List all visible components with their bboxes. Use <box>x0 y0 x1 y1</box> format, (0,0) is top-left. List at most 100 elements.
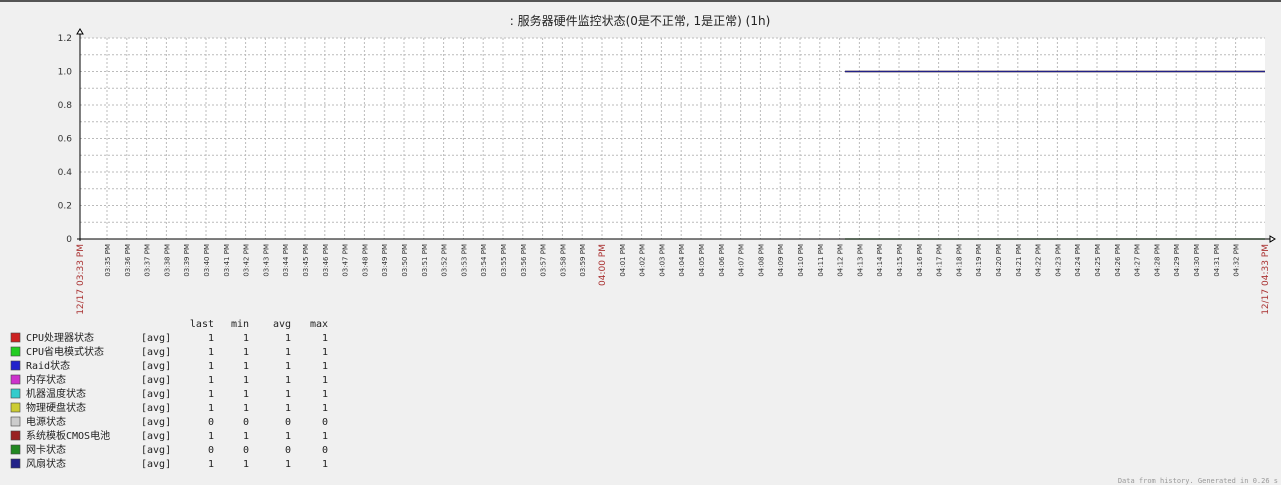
x-tick-label: 04:21 PM <box>1015 244 1023 277</box>
x-tick-label: 03:51 PM <box>421 244 429 277</box>
x-tick-label: 04:11 PM <box>817 244 825 277</box>
legend-series-name: Raid状态 <box>26 359 70 372</box>
legend-min: 1 <box>243 459 249 470</box>
legend-max: 0 <box>322 417 328 428</box>
x-tick-label: 04:12 PM <box>837 244 845 277</box>
legend-swatch <box>10 332 21 343</box>
legend-func: [avg] <box>141 459 171 470</box>
legend-func: [avg] <box>141 375 171 386</box>
y-tick-label: 0.4 <box>58 168 73 178</box>
graph: 0 0.2 0.4 0.6 0.8 1.0 1.2 03:35 PM 03:36 PM 03:37… <box>10 13 1278 485</box>
x-tick-label: 03:50 PM <box>401 244 409 277</box>
legend-func: [avg] <box>141 389 171 400</box>
x-tick-label: 04:08 PM <box>757 244 765 277</box>
x-tick-label: 03:48 PM <box>361 244 369 277</box>
x-tick-label: 03:56 PM <box>520 244 528 277</box>
y-axis-arrow <box>76 28 84 35</box>
y-tick-label: 1.2 <box>58 34 72 44</box>
chart-title: : 服务器硬件监控状态(0是不正常, 1是正常) (1h) <box>510 13 771 28</box>
legend-swatch <box>10 388 21 399</box>
x-tick-label: 03:49 PM <box>381 244 389 277</box>
x-tick-label: 04:04 PM <box>678 244 686 277</box>
legend-last: 1 <box>208 375 214 386</box>
x-tick-label: 04:05 PM <box>698 244 706 277</box>
x-tick-label: 04:06 PM <box>718 244 726 277</box>
x-tick-label: 04:28 PM <box>1153 244 1161 277</box>
legend-avg: 1 <box>285 333 291 344</box>
x-tick-label: 03:53 PM <box>460 244 468 277</box>
legend-max: 1 <box>322 431 328 442</box>
x-tick-label: 04:18 PM <box>955 244 963 277</box>
x-tick-label: 04:09 PM <box>777 244 785 277</box>
legend-min: 1 <box>243 347 249 358</box>
legend-avg: 1 <box>285 347 291 358</box>
legend-max: 1 <box>322 375 328 386</box>
legend-avg: 0 <box>285 417 291 428</box>
legend-avg: 1 <box>285 403 291 414</box>
legend-func: [avg] <box>141 445 171 456</box>
legend-swatch <box>10 458 21 469</box>
x-tick-label: 03:52 PM <box>441 244 449 277</box>
legend-last: 0 <box>208 445 214 456</box>
legend-func: [avg] <box>141 431 171 442</box>
x-tick-label: 03:37 PM <box>144 244 152 277</box>
legend-swatch <box>10 402 21 413</box>
x-tick-label: 04:32 PM <box>1233 244 1241 277</box>
legend-series-name: 内存状态 <box>26 373 66 386</box>
legend-avg: 0 <box>285 445 291 456</box>
x-tick-label: 03:58 PM <box>559 244 567 277</box>
legend-series-name: 机器温度状态 <box>26 387 86 400</box>
legend-last: 1 <box>208 459 214 470</box>
legend-header: min <box>231 319 249 330</box>
x-tick-label: 04:00 PM <box>598 244 608 286</box>
x-tick-label: 03:43 PM <box>262 244 270 277</box>
legend-last: 1 <box>208 361 214 372</box>
x-start-label: 12/17 03:33 PM <box>76 244 86 315</box>
legend-swatch <box>10 416 21 427</box>
y-tick-label: 1.0 <box>58 68 73 78</box>
x-tick-label: 03:41 PM <box>223 244 231 277</box>
x-tick-label: 03:47 PM <box>342 244 350 277</box>
legend-header: last <box>190 319 214 330</box>
legend-avg: 1 <box>285 389 291 400</box>
legend-min: 0 <box>243 417 249 428</box>
legend-series-name: 物理硬盘状态 <box>26 401 86 414</box>
legend-avg: 1 <box>285 375 291 386</box>
legend-last: 1 <box>208 347 214 358</box>
legend-last: 1 <box>208 389 214 400</box>
legend-swatch <box>10 444 21 455</box>
legend-min: 1 <box>243 361 249 372</box>
x-tick-label: 04:31 PM <box>1213 244 1221 277</box>
y-tick-label: 0.2 <box>58 202 72 212</box>
x-tick-label: 03:44 PM <box>282 244 290 277</box>
x-tick-label: 04:30 PM <box>1193 244 1201 277</box>
x-tick-label: 04:29 PM <box>1173 244 1181 277</box>
x-tick-label: 03:57 PM <box>540 244 548 277</box>
legend-avg: 1 <box>285 361 291 372</box>
x-tick-label: 03:40 PM <box>203 244 211 277</box>
legend-max: 1 <box>322 403 328 414</box>
legend-min: 0 <box>243 445 249 456</box>
legend-min: 1 <box>243 333 249 344</box>
y-tick-label: 0 <box>66 235 72 245</box>
legend-series-name: CPU省电模式状态 <box>26 345 104 358</box>
legend-header: avg <box>273 319 291 330</box>
legend-max: 1 <box>322 459 328 470</box>
x-tick-label: 03:54 PM <box>480 244 488 277</box>
legend-series-name: 风扇状态 <box>26 457 66 470</box>
legend-func: [avg] <box>141 361 171 372</box>
x-tick-label: 03:46 PM <box>322 244 330 277</box>
x-tick-label: 04:19 PM <box>975 244 983 277</box>
x-tick-label: 04:16 PM <box>916 244 924 277</box>
x-tick-label: 04:20 PM <box>995 244 1003 277</box>
legend-func: [avg] <box>141 403 171 414</box>
x-tick-label: 04:22 PM <box>1035 244 1043 277</box>
x-tick-label: 03:36 PM <box>124 244 132 277</box>
legend-swatch <box>10 346 21 357</box>
legend-min: 1 <box>243 403 249 414</box>
legend-max: 0 <box>322 445 328 456</box>
legend-min: 1 <box>243 375 249 386</box>
y-tick-label: 0.8 <box>58 101 73 111</box>
legend-swatch <box>10 360 21 371</box>
x-axis-arrow <box>1269 235 1276 243</box>
